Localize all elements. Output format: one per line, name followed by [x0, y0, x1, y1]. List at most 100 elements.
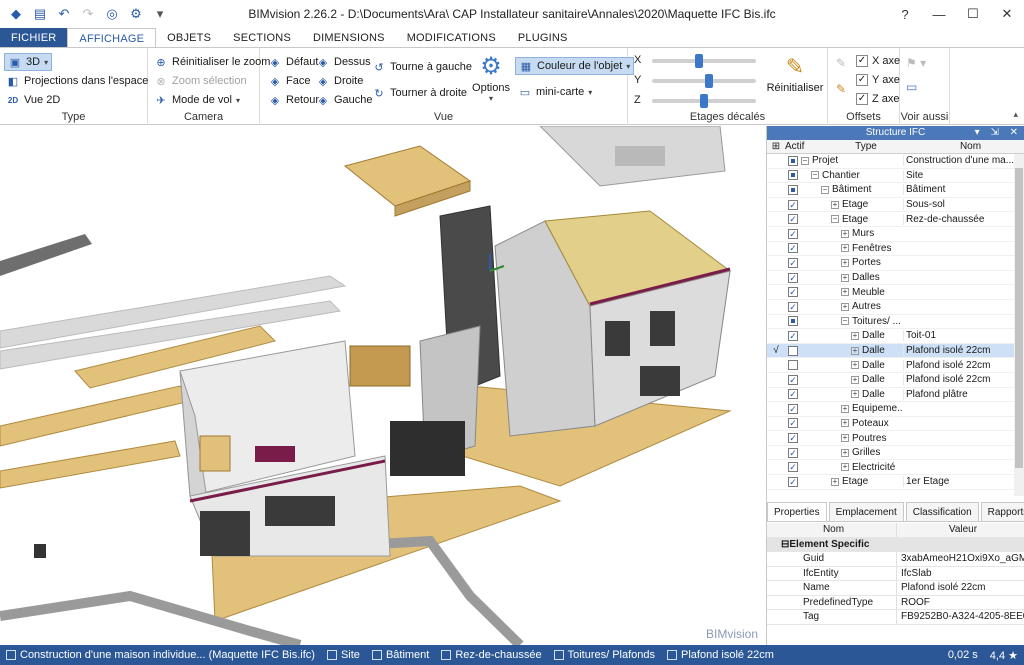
visibility-checkbox[interactable]: ✓: [785, 433, 801, 444]
fly-mode-button[interactable]: ✈ Mode de vol ▾: [154, 91, 240, 109]
property-row[interactable]: Tag FB9252B0-A324-4205-8EE0-261CBE9105...: [767, 610, 1024, 625]
status-breadcrumb-item[interactable]: Bâtiment: [366, 649, 435, 661]
monitor-icon[interactable]: ▭: [906, 80, 917, 94]
property-row[interactable]: PredefinedType ROOF: [767, 595, 1024, 610]
app-logo-icon[interactable]: ◆: [6, 4, 26, 24]
object-color-button[interactable]: ▦ Couleur de l'objet ▾: [515, 57, 635, 75]
visibility-checkbox[interactable]: ✓: [785, 272, 801, 283]
visibility-checkbox[interactable]: ✓: [785, 389, 801, 400]
property-row[interactable]: IfcEntity IfcSlab: [767, 566, 1024, 581]
tree-row[interactable]: − Bâtiment Bâtiment: [767, 183, 1024, 198]
x-slider-thumb[interactable]: [694, 54, 703, 68]
visibility-checkbox[interactable]: ✓: [785, 330, 801, 341]
expand-icon[interactable]: +: [841, 288, 849, 297]
expand-icon[interactable]: −: [821, 185, 829, 194]
visibility-checkbox[interactable]: [785, 360, 801, 371]
property-row[interactable]: Name Plafond isolé 22cm: [767, 581, 1024, 596]
tree-row[interactable]: ✓ + Equipeme...: [767, 402, 1024, 417]
tab-properties[interactable]: Properties: [767, 502, 827, 521]
expand-icon[interactable]: +: [851, 361, 859, 370]
status-breadcrumb-item[interactable]: Construction d'une maison individue... (…: [0, 649, 321, 661]
target-icon[interactable]: ◎: [102, 4, 122, 24]
close-button[interactable]: ✕: [990, 0, 1024, 28]
expand-icon[interactable]: +: [841, 434, 849, 443]
reset-zoom-button[interactable]: ⊕ Réinitialiser le zoom: [154, 53, 270, 71]
expand-icon[interactable]: −: [801, 156, 809, 165]
panel-controls[interactable]: ▾ ⇲ ✕: [975, 126, 1022, 140]
visibility-checkbox[interactable]: [785, 345, 801, 356]
visibility-checkbox[interactable]: ✓: [785, 418, 801, 429]
visibility-checkbox[interactable]: ✓: [785, 214, 801, 225]
visibility-checkbox[interactable]: ✓: [785, 476, 801, 487]
expand-icon[interactable]: +: [841, 229, 849, 238]
tree-row[interactable]: ✓ + Poutres: [767, 431, 1024, 446]
visibility-checkbox[interactable]: ✓: [785, 447, 801, 458]
visibility-checkbox[interactable]: ✓: [785, 243, 801, 254]
tree-row[interactable]: ✓ + Dalle Plafond isolé 22cm: [767, 373, 1024, 388]
y-slider[interactable]: [652, 74, 756, 88]
left-view-button[interactable]: ◈ Gauche: [316, 91, 373, 109]
status-breadcrumb-item[interactable]: Rez-de-chaussée: [435, 649, 547, 661]
col-nom[interactable]: Nom: [917, 140, 1024, 153]
tree-row[interactable]: ✓ + Murs: [767, 227, 1024, 242]
tree-row[interactable]: √ + Dalle Plafond isolé 22cm: [767, 343, 1024, 359]
reset-offsets-button[interactable]: ✎ Réinitialiser: [766, 52, 824, 94]
y-axis-checkbox[interactable]: ✓ Y axe: [856, 71, 900, 89]
tree-row[interactable]: ✓ + Portes: [767, 256, 1024, 271]
settings-icon[interactable]: ⚙: [126, 4, 146, 24]
visibility-checkbox[interactable]: ✓: [785, 228, 801, 239]
view-2d-button[interactable]: 2D Vue 2D: [6, 91, 60, 109]
tree-row[interactable]: ✓ − Etage Rez-de-chaussée: [767, 212, 1024, 227]
z-slider-thumb[interactable]: [700, 94, 708, 108]
tree-row[interactable]: ✓ + Etage 1er Etage: [767, 475, 1024, 490]
expand-icon[interactable]: +: [841, 463, 849, 472]
expand-icon[interactable]: +: [851, 346, 859, 355]
visibility-checkbox[interactable]: ✓: [785, 287, 801, 298]
maximize-button[interactable]: ☐: [956, 0, 990, 28]
minimap-button[interactable]: ▭ mini-carte ▾: [518, 83, 593, 101]
visibility-checkbox[interactable]: ✓: [785, 199, 801, 210]
expand-icon[interactable]: +: [831, 200, 839, 209]
visibility-checkbox[interactable]: ✓: [785, 374, 801, 385]
expand-icon[interactable]: −: [831, 215, 839, 224]
view-3d-button[interactable]: ▣ 3D ▾: [4, 53, 53, 71]
tree-scrollbar[interactable]: [1014, 154, 1024, 496]
redo-icon[interactable]: ↷: [78, 4, 98, 24]
undo-icon[interactable]: ↶: [54, 4, 74, 24]
expand-icon[interactable]: +: [841, 404, 849, 413]
turn-left-button[interactable]: ↺ Tourne à gauche: [372, 58, 472, 76]
visibility-checkbox[interactable]: [785, 184, 801, 195]
visibility-checkbox[interactable]: [785, 170, 801, 181]
col-type[interactable]: Type: [815, 140, 917, 153]
visibility-checkbox[interactable]: [785, 316, 801, 327]
tree-row[interactable]: ✓ + Electricité: [767, 460, 1024, 476]
model-render[interactable]: [0, 126, 766, 645]
front-view-button[interactable]: ◈ Face: [268, 72, 311, 90]
z-slider[interactable]: [652, 94, 756, 108]
tree-row[interactable]: + Dalle Plafond isolé 22cm: [767, 358, 1024, 373]
tree-row[interactable]: ✓ + Grilles: [767, 446, 1024, 461]
expand-icon[interactable]: +: [851, 375, 859, 384]
tree-row[interactable]: ✓ + Poteaux: [767, 417, 1024, 432]
projections-button[interactable]: ◧ Projections dans l'espace: [6, 72, 149, 90]
tree-row[interactable]: ✓ + Etage Sous-sol: [767, 198, 1024, 213]
tab-rapports[interactable]: Rapports: [980, 502, 1024, 521]
expand-icon[interactable]: +: [841, 244, 849, 253]
tree-row[interactable]: ✓ + Dalle Toit-01: [767, 329, 1024, 344]
property-row[interactable]: Guid 3xabAmeoH21Oxi9Xo_aGM: [767, 552, 1024, 567]
tree-row[interactable]: ✓ + Meuble: [767, 285, 1024, 300]
tree-row[interactable]: − Projet Construction d'une ma...: [767, 154, 1024, 169]
tab-plugins[interactable]: PLUGINS: [507, 28, 579, 48]
collapse-ribbon-icon[interactable]: ▴: [1013, 109, 1018, 120]
open-folder-icon[interactable]: ▤: [30, 4, 50, 24]
tab-modifications[interactable]: MODIFICATIONS: [396, 28, 507, 48]
expand-icon[interactable]: +: [831, 477, 839, 486]
tree-row[interactable]: ✓ + Fenêtres: [767, 242, 1024, 257]
col-actif[interactable]: Actif: [785, 140, 815, 153]
tree-row[interactable]: ✓ + Dalle Plafond plâtre: [767, 388, 1024, 403]
property-group[interactable]: ⊟ Element Specific: [767, 537, 1024, 552]
z-axis-checkbox[interactable]: ✓ Z axe: [856, 90, 900, 108]
default-view-button[interactable]: ◈ Défaut: [268, 53, 319, 71]
expand-icon[interactable]: +: [841, 448, 849, 457]
tab-affichage[interactable]: AFFICHAGE: [67, 28, 157, 48]
